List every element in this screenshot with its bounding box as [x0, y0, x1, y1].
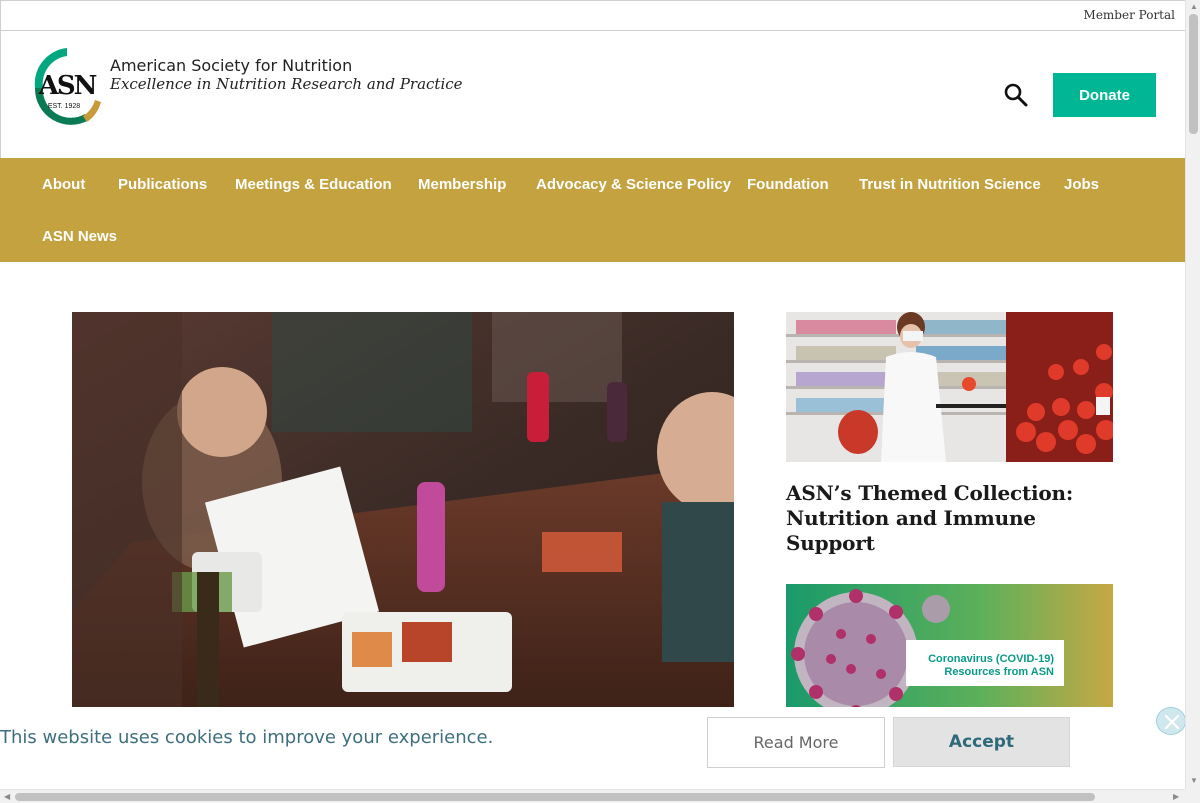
search-icon: [1004, 83, 1028, 107]
covid-resources-image[interactable]: Coronavirus (COVID-19) Resources from AS…: [786, 584, 1113, 707]
member-portal-link[interactable]: Member Portal: [1084, 8, 1175, 22]
scroll-down-icon[interactable]: ▼: [1190, 777, 1198, 785]
nav-item-asn-news[interactable]: ASN News: [42, 228, 117, 245]
accept-button[interactable]: Accept: [893, 717, 1070, 767]
cookie-banner: This website uses cookies to improve you…: [0, 707, 1185, 789]
hero-image[interactable]: [72, 312, 734, 707]
nav-item-foundation[interactable]: Foundation: [747, 176, 829, 193]
utility-bar: Member Portal: [0, 0, 1185, 31]
nav-item-publications[interactable]: Publications: [118, 176, 207, 193]
horizontal-scrollbar[interactable]: ◀ ▶: [0, 789, 1185, 803]
nav-item-jobs[interactable]: Jobs: [1064, 176, 1099, 193]
asn-logo[interactable]: ASN EST. 1928: [29, 42, 105, 128]
themed-collection-title[interactable]: ASN’s Themed Collection: Nutrition and I…: [786, 481, 1126, 556]
vertical-scrollbar[interactable]: ▲ ▼: [1185, 0, 1200, 789]
org-tagline: Excellence in Nutrition Research and Pra…: [110, 75, 463, 93]
covid-line-1: Coronavirus (COVID-19): [928, 653, 1054, 665]
logo-est: EST. 1928: [48, 103, 80, 110]
scroll-up-icon[interactable]: ▲: [1190, 3, 1198, 11]
page: Member Portal ASN EST. 1928 American Soc…: [0, 0, 1185, 789]
grocery-photo: [786, 312, 1113, 462]
search-button[interactable]: [1003, 82, 1029, 108]
main-nav: About Publications Meetings & Education …: [0, 158, 1185, 262]
cookie-message: This website uses cookies to improve you…: [0, 727, 494, 748]
cookie-close-button[interactable]: [1156, 707, 1185, 735]
nav-item-about[interactable]: About: [42, 176, 85, 193]
nav-item-advocacy[interactable]: Advocacy & Science Policy: [536, 176, 731, 193]
site-header: ASN EST. 1928 American Society for Nutri…: [0, 31, 1185, 158]
covid-line-2: Resources from ASN: [944, 666, 1054, 678]
covid-banner: Coronavirus (COVID-19) Resources from AS…: [786, 584, 1113, 707]
nav-item-trust[interactable]: Trust in Nutrition Science: [859, 176, 1041, 193]
scrollbar-corner: [1185, 789, 1200, 803]
logo-letters: ASN: [38, 71, 97, 101]
donate-button[interactable]: Donate: [1053, 73, 1156, 117]
vertical-scroll-thumb[interactable]: [1189, 14, 1198, 134]
horizontal-scroll-thumb[interactable]: [15, 793, 1095, 801]
scroll-left-icon[interactable]: ◀: [4, 793, 10, 801]
nav-item-membership[interactable]: Membership: [418, 176, 506, 193]
close-icon: [1164, 714, 1180, 730]
hero-photo: [72, 312, 734, 707]
themed-collection-image[interactable]: [786, 312, 1113, 462]
read-more-button[interactable]: Read More: [707, 717, 885, 768]
org-name: American Society for Nutrition: [110, 56, 353, 75]
nav-item-meetings-education[interactable]: Meetings & Education: [235, 176, 392, 193]
scroll-right-icon[interactable]: ▶: [1173, 793, 1179, 801]
